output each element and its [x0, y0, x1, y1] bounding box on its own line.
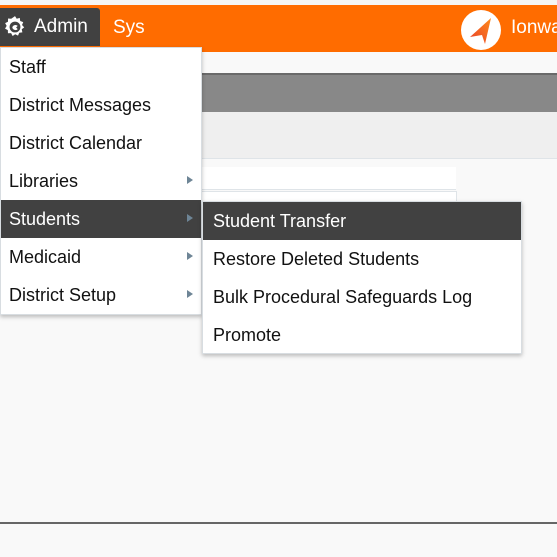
menu-item-label: Libraries [9, 170, 79, 191]
triangle-right-icon [187, 176, 193, 184]
submenu-item-label: Promote [213, 324, 282, 345]
gear-icon [5, 16, 25, 36]
submenu-item-label: Bulk Procedural Safeguards Log [213, 286, 473, 307]
menu-item-staff[interactable]: Staff [1, 48, 201, 86]
menu-item-medicaid[interactable]: Medicaid [1, 238, 201, 276]
menu-item-label: Students [9, 208, 81, 229]
triangle-right-icon [187, 290, 193, 298]
top-navbar: Admin Sys Ionwave [0, 5, 557, 52]
submenu-item-student-transfer[interactable]: Student Transfer [203, 202, 521, 240]
page-toolbar [200, 112, 557, 159]
admin-dropdown-menu: Staff District Messages District Calenda… [0, 47, 202, 315]
menu-item-students[interactable]: Students [1, 200, 201, 238]
footer-divider [0, 522, 557, 524]
submenu-item-promote[interactable]: Promote [203, 316, 521, 354]
submenu-item-restore-deleted-students[interactable]: Restore Deleted Students [203, 240, 521, 278]
triangle-right-icon [187, 214, 193, 222]
menu-item-label: Staff [9, 56, 46, 77]
nav-sys-tab[interactable]: Sys [113, 17, 145, 39]
content-panel [200, 167, 456, 190]
menu-item-district-messages[interactable]: District Messages [1, 86, 201, 124]
brand-logo[interactable] [461, 10, 501, 50]
nav-admin-label: Admin [34, 16, 88, 37]
menu-item-district-setup[interactable]: District Setup [1, 276, 201, 314]
submenu-item-label: Student Transfer [213, 210, 347, 231]
menu-item-label: District Messages [9, 94, 152, 115]
nav-admin-tab[interactable]: Admin [0, 8, 100, 46]
brand-name: Ionwave [511, 17, 557, 38]
paper-plane-logo-icon [470, 18, 491, 44]
submenu-item-bulk-procedural-safeguards-log[interactable]: Bulk Procedural Safeguards Log [203, 278, 521, 316]
submenu-item-label: Restore Deleted Students [213, 248, 420, 269]
triangle-right-icon [187, 252, 193, 260]
students-submenu: Student Transfer Restore Deleted Student… [202, 201, 522, 354]
menu-item-libraries[interactable]: Libraries [1, 162, 201, 200]
menu-item-label: Medicaid [9, 246, 82, 267]
menu-item-label: District Setup [9, 284, 117, 305]
menu-item-label: District Calendar [9, 132, 143, 153]
page-header-bar [200, 73, 557, 114]
menu-item-district-calendar[interactable]: District Calendar [1, 124, 201, 162]
